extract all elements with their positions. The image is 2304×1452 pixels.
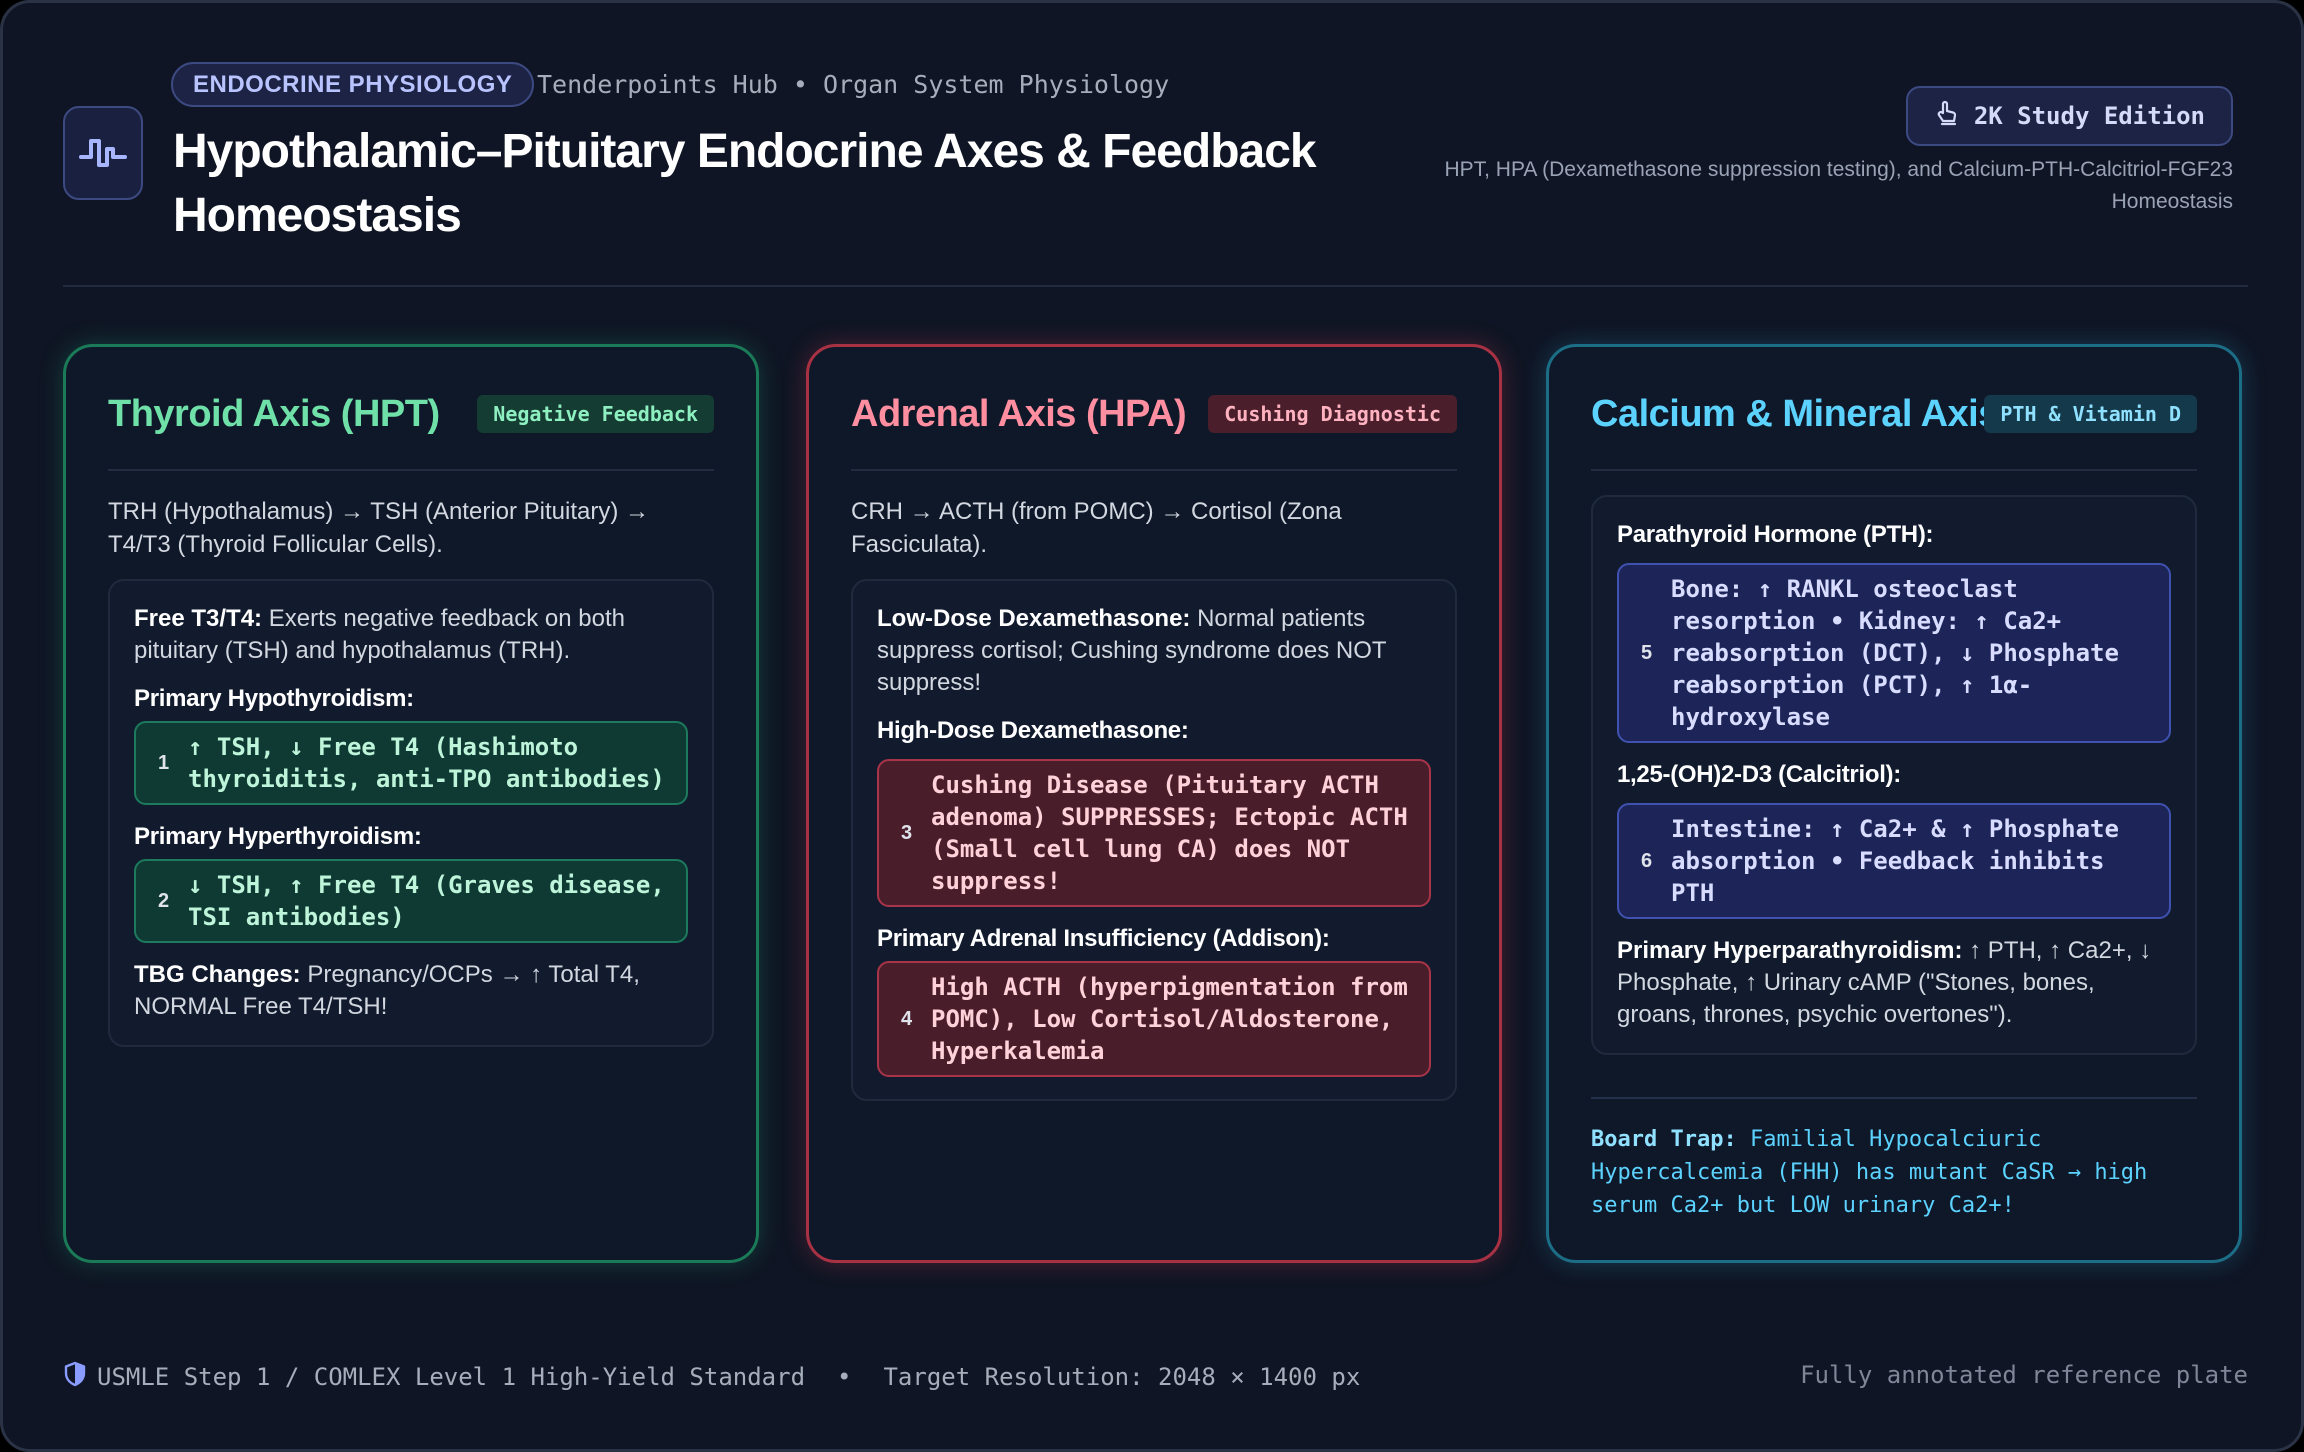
panel-header: Adrenal Axis (HPA) Cushing Diagnostic: [851, 347, 1457, 471]
header: ENDOCRINE PHYSIOLOGY Tenderpoints Hub • …: [63, 58, 2248, 286]
hypothyroid-label: Primary Hypothyroidism:: [134, 685, 414, 712]
board-trap-note: Board Trap: Familial Hypocalciuric Hyper…: [1591, 1097, 2197, 1222]
axis-details-card: Low-Dose Dexamethasone: Normal patients …: [851, 579, 1457, 1101]
footer-standard: USMLE Step 1 / COMLEX Level 1 High-Yield…: [97, 1363, 806, 1391]
footer-resolution: Target Resolution: 2048 × 1400 px: [883, 1363, 1361, 1391]
board-trap-label: Board Trap:: [1591, 1127, 1737, 1152]
adrenal-axis-panel: Adrenal Axis (HPA) Cushing Diagnostic CR…: [806, 344, 1502, 1263]
axis-details-card: Free T3/T4: Exerts negative feedback on …: [108, 579, 714, 1047]
fact-card: 1 ↑ TSH, ↓ Free T4 (Hashimoto thyroiditi…: [134, 721, 688, 805]
fact-text: ↓ TSH, ↑ Free T4 (Graves disease, TSI an…: [188, 871, 665, 931]
fact-card: 3 Cushing Disease (Pituitary ACTH adenom…: [877, 759, 1431, 907]
hyperparathyroid-label: Primary Hyperparathyroidism:: [1617, 937, 1963, 964]
thyroid-axis-panel: Thyroid Axis (HPT) Negative Feedback TRH…: [63, 344, 759, 1263]
hyperparathyroid-note: Primary Hyperparathyroidism: ↑ PTH, ↑ Ca…: [1617, 935, 2171, 1031]
footer-left: USMLE Step 1 / COMLEX Level 1 High-Yield…: [63, 1361, 1360, 1393]
calcitriol-label: 1,25-(OH)2-D3 (Calcitriol):: [1617, 761, 1901, 788]
fact-number: 2: [158, 889, 170, 912]
panel-tag: PTH & Vitamin D: [1984, 395, 2197, 433]
fact-text: Intestine: ↑ Ca2+ & ↑ Phosphate absorpti…: [1671, 815, 2119, 907]
panel-title: Adrenal Axis (HPA): [851, 393, 1187, 435]
edition-label: 2K Study Edition: [1973, 102, 2205, 130]
panel-tag: Negative Feedback: [477, 395, 714, 433]
reference-plate: ENDOCRINE PHYSIOLOGY Tenderpoints Hub • …: [0, 0, 2304, 1452]
fact-number: 3: [901, 821, 913, 844]
panel-header: Thyroid Axis (HPT) Negative Feedback: [108, 347, 714, 471]
footer-caption: Fully annotated reference plate: [1800, 1361, 2248, 1389]
page-title: Hypothalamic–Pituitary Endocrine Axes & …: [173, 125, 1317, 242]
category-badge: ENDOCRINE PHYSIOLOGY: [171, 62, 535, 107]
fact-number: 1: [158, 751, 170, 774]
fact-text: Bone: ↑ RANKL osteoclast resorption • Ki…: [1671, 575, 2119, 731]
low-dose-note: Low-Dose Dexamethasone: Normal patients …: [877, 603, 1431, 699]
fact-number: 4: [901, 1007, 913, 1030]
low-dose-label: Low-Dose Dexamethasone:: [877, 605, 1191, 632]
fact-number: 6: [1641, 849, 1653, 872]
fact-card: 2 ↓ TSH, ↑ Free T4 (Graves disease, TSI …: [134, 859, 688, 943]
pth-label: Parathyroid Hormone (PTH):: [1617, 521, 1934, 548]
shield-icon: [63, 1361, 87, 1393]
panel-title: Thyroid Axis (HPT): [108, 393, 440, 435]
breadcrumb: Tenderpoints Hub • Organ System Physiolo…: [537, 70, 1170, 99]
fact-card: 6 Intestine: ↑ Ca2+ & ↑ Phosphate absorp…: [1617, 803, 2171, 919]
panel-tag: Cushing Diagnostic: [1208, 395, 1457, 433]
panel-header: Calcium & Mineral Axis PTH & Vitamin D: [1591, 347, 2197, 471]
panel-title: Calcium & Mineral Axis: [1591, 393, 1999, 435]
edition-badge[interactable]: 2K Study Edition: [1905, 86, 2233, 146]
tbg-label: TBG Changes:: [134, 961, 301, 988]
footer-separator: •: [837, 1363, 852, 1391]
fact-number: 5: [1641, 641, 1653, 664]
footer: USMLE Step 1 / COMLEX Level 1 High-Yield…: [63, 1361, 2248, 1401]
tbg-note: TBG Changes: Pregnancy/OCPs → ↑ Total T4…: [134, 959, 688, 1023]
fact-text: ↑ TSH, ↓ Free T4 (Hashimoto thyroiditis,…: [188, 733, 665, 793]
addison-label: Primary Adrenal Insufficiency (Addison):: [877, 925, 1330, 952]
feedback-note: Free T3/T4: Exerts negative feedback on …: [134, 603, 688, 667]
axis-details-card: Parathyroid Hormone (PTH): 5 Bone: ↑ RAN…: [1591, 495, 2197, 1055]
fact-text: Cushing Disease (Pituitary ACTH adenoma)…: [931, 771, 1408, 895]
axis-pathway: TRH (Hypothalamus) → TSH (Anterior Pitui…: [108, 498, 650, 558]
fact-text: High ACTH (hyperpigmentation from POMC),…: [931, 973, 1408, 1065]
header-subtitle: HPT, HPA (Dexamethasone suppression test…: [1444, 158, 2233, 213]
header-divider: [63, 285, 2248, 287]
pulse-wave-icon: [63, 106, 143, 200]
hand-pointer-icon: [1934, 100, 1960, 132]
fact-card: 4 High ACTH (hyperpigmentation from POMC…: [877, 961, 1431, 1077]
hyperthyroid-label: Primary Hyperthyroidism:: [134, 823, 422, 850]
axis-pathway: CRH → ACTH (from POMC) → Cortisol (Zona …: [851, 498, 1342, 558]
high-dose-label: High-Dose Dexamethasone:: [877, 717, 1189, 744]
fact-card: 5 Bone: ↑ RANKL osteoclast resorption • …: [1617, 563, 2171, 743]
calcium-axis-panel: Calcium & Mineral Axis PTH & Vitamin D P…: [1546, 344, 2242, 1263]
feedback-label: Free T3/T4:: [134, 605, 263, 632]
